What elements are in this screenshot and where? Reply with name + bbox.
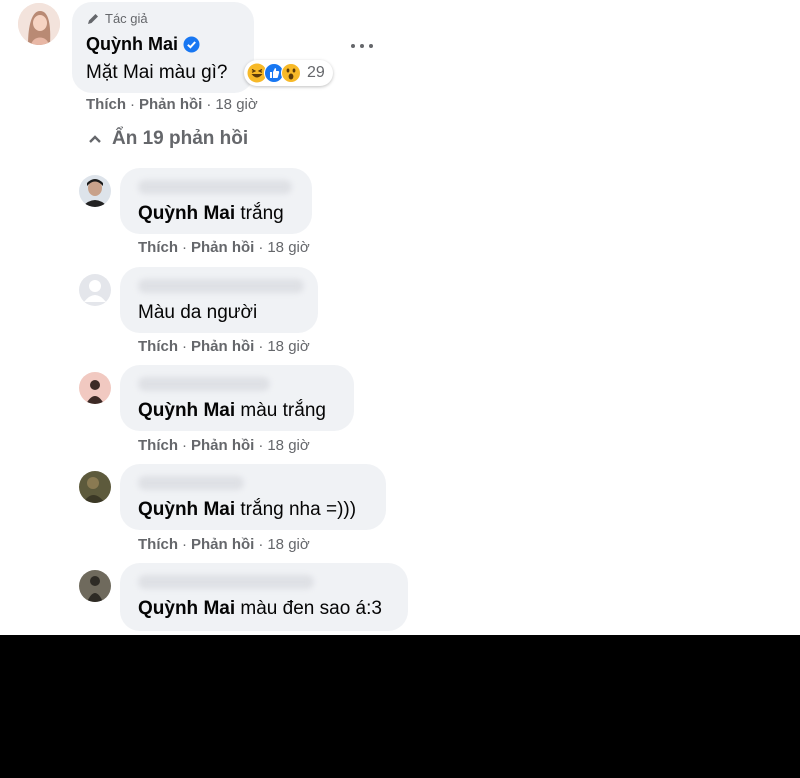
main-comment-text: Mặt Mai màu gì? bbox=[86, 62, 228, 83]
reply-button[interactable]: Phản hồi bbox=[191, 437, 254, 454]
like-button[interactable]: Thích bbox=[138, 536, 178, 553]
reply-button[interactable]: Phản hồi bbox=[191, 536, 254, 553]
wow-reaction-icon bbox=[281, 63, 301, 83]
timestamp[interactable]: 18 giờ bbox=[267, 437, 309, 454]
more-options-icon[interactable] bbox=[351, 40, 373, 52]
reply-author-redacted bbox=[138, 476, 244, 490]
timestamp[interactable]: 18 giờ bbox=[267, 239, 309, 256]
comment-thread: Tác giả Quỳnh Mai Mặt Mai màu gì? 29 Thí… bbox=[0, 0, 800, 635]
reply-button[interactable]: Phản hồi bbox=[191, 338, 254, 355]
reply-author-redacted bbox=[138, 575, 314, 589]
reply-bubble bbox=[120, 563, 408, 631]
reply-text: Quỳnh Mai trắng bbox=[138, 203, 284, 224]
reply-button[interactable]: Phản hồi bbox=[191, 239, 254, 256]
reply-author-redacted bbox=[138, 180, 292, 194]
mention-tag[interactable]: Quỳnh Mai bbox=[138, 203, 235, 224]
timestamp[interactable]: 18 giờ bbox=[267, 338, 309, 355]
like-button[interactable]: Thích bbox=[138, 239, 178, 256]
like-button[interactable]: Thích bbox=[138, 437, 178, 454]
author-name[interactable]: Quỳnh Mai bbox=[86, 34, 178, 55]
reply-text: Màu da người bbox=[138, 302, 258, 323]
main-comment-actions: Thích · Phản hồi · 18 giờ bbox=[86, 96, 258, 113]
like-button[interactable]: Thích bbox=[138, 338, 178, 355]
reply-actions: Thích · Phản hồi · 18 giờ bbox=[138, 437, 310, 454]
timestamp[interactable]: 18 giờ bbox=[215, 96, 257, 113]
mention-tag[interactable]: Quỳnh Mai bbox=[138, 598, 235, 619]
reply-actions: Thích · Phản hồi · 18 giờ bbox=[138, 536, 310, 553]
author-row: Quỳnh Mai bbox=[86, 34, 200, 55]
mention-tag[interactable]: Quỳnh Mai bbox=[138, 400, 235, 421]
mention-tag[interactable]: Quỳnh Mai bbox=[138, 499, 235, 520]
reply-author-redacted bbox=[138, 377, 270, 391]
reply-text: Quỳnh Mai trắng nha =))) bbox=[138, 499, 357, 520]
reply-avatar[interactable] bbox=[79, 372, 111, 404]
like-button[interactable]: Thích bbox=[86, 96, 126, 113]
reply-avatar[interactable] bbox=[79, 471, 111, 503]
reaction-count: 29 bbox=[307, 64, 325, 81]
reply-button[interactable]: Phản hồi bbox=[139, 96, 202, 113]
reply-actions: Thích · Phản hồi · 18 giờ bbox=[138, 239, 310, 256]
author-avatar[interactable] bbox=[18, 3, 60, 45]
reply-text: Quỳnh Mai màu đen sao á:3 bbox=[138, 598, 382, 619]
reply-author-redacted bbox=[138, 279, 304, 293]
verified-icon bbox=[183, 36, 200, 53]
hide-replies-toggle[interactable]: Ẩn 19 phản hồi bbox=[88, 128, 248, 150]
reply-text: Quỳnh Mai màu trắng bbox=[138, 400, 326, 421]
reply-actions: Thích · Phản hồi · 18 giờ bbox=[138, 338, 310, 355]
reply-avatar[interactable] bbox=[79, 175, 111, 207]
pencil-icon bbox=[88, 13, 98, 24]
reply-avatar[interactable] bbox=[79, 274, 111, 306]
chevron-up-icon bbox=[89, 135, 101, 143]
author-badge: Tác giả bbox=[86, 11, 148, 26]
reply-avatar[interactable] bbox=[79, 570, 111, 602]
reaction-summary[interactable]: 29 bbox=[244, 60, 333, 86]
timestamp[interactable]: 18 giờ bbox=[267, 536, 309, 553]
hide-replies-label: Ẩn 19 phản hồi bbox=[112, 128, 249, 149]
author-badge-label: Tác giả bbox=[105, 11, 148, 26]
